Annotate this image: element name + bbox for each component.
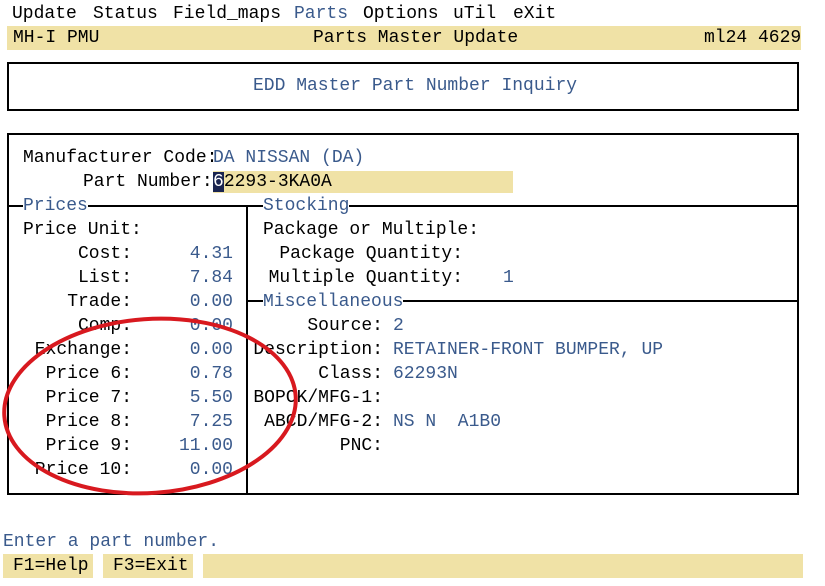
price-label: Price 9: — [45, 436, 132, 456]
screen-title: Parts Master Update — [313, 28, 519, 48]
description-label: Description: — [253, 340, 383, 360]
manufacturer-code-value: DA NISSAN (DA) — [213, 148, 365, 168]
menu-status[interactable]: Status — [93, 2, 158, 26]
part-number-value: 62293-3KA0A — [213, 170, 332, 194]
part-number-label: Part Number: — [83, 172, 213, 192]
price-value: 0.00 — [189, 460, 233, 480]
price-label: Price 6: — [45, 364, 132, 384]
prices-legend: Prices — [23, 196, 88, 216]
session-id: ml24 4629 — [704, 28, 802, 48]
menu-parts[interactable]: Parts — [294, 2, 348, 26]
class-label: Class: — [318, 364, 383, 384]
menu-update[interactable]: Update — [12, 2, 77, 26]
price-value: 7.25 — [189, 412, 233, 432]
price-label: Price 8: — [45, 412, 132, 432]
price-value: 7.84 — [189, 268, 233, 288]
menu-options[interactable]: Options — [363, 2, 439, 26]
fkey-bar-filler — [203, 554, 803, 578]
pnc-label: PNC: — [339, 436, 383, 456]
package-quantity-label: Package Quantity: — [279, 244, 463, 264]
price-label: Exchange: — [34, 340, 132, 360]
multiple-quantity-label: Multiple Quantity: — [268, 268, 463, 288]
class-value: 62293N — [393, 364, 458, 384]
description-value: RETAINER-FRONT BUMPER, UP — [393, 340, 664, 360]
abcd-label: ABCD/MFG-2: — [264, 412, 383, 432]
price-value: 0.00 — [189, 292, 233, 312]
f1-help-label: F1=Help — [13, 556, 89, 576]
source-label: Source: — [307, 316, 383, 336]
f3-exit-label: F3=Exit — [113, 556, 189, 576]
bopck-label: BOPCK/MFG-1: — [253, 388, 383, 408]
stocking-legend: Stocking — [263, 196, 350, 216]
page-title: EDD Master Part Number Inquiry — [253, 76, 578, 96]
price-value: 0.78 — [189, 364, 233, 384]
source-value: 2 — [393, 316, 404, 336]
multiple-quantity-value: 1 — [503, 268, 514, 288]
price-label: Trade: — [67, 292, 132, 312]
package-or-multiple-label: Package or Multiple: — [263, 220, 480, 240]
menu-exit[interactable]: eXit — [513, 2, 556, 26]
price-value: 0.00 — [189, 340, 233, 360]
price-value: 0.00 — [189, 316, 233, 336]
divider-vertical — [246, 205, 248, 493]
menu-field-maps[interactable]: Field_maps — [173, 2, 281, 26]
price-label: Price 7: — [45, 388, 132, 408]
price-unit-label: Price Unit: — [23, 220, 142, 240]
manufacturer-code-label: Manufacturer Code: — [23, 148, 218, 168]
price-label: Cost: — [77, 244, 132, 264]
status-message: Enter a part number. — [3, 532, 220, 552]
screen-id: MH-I PMU — [13, 28, 100, 48]
price-value: 4.31 — [189, 244, 233, 264]
abcd-value: NS N A1B0 — [393, 412, 502, 432]
part-number-rest: 2293-3KA0A — [223, 172, 332, 192]
menu-util[interactable]: uTil — [453, 2, 496, 26]
price-label: List: — [77, 268, 132, 288]
price-value: 11.00 — [178, 436, 233, 456]
price-value: 5.50 — [189, 388, 233, 408]
text-cursor: 6 — [213, 172, 224, 192]
misc-legend: Miscellaneous — [263, 292, 404, 312]
divider-top — [9, 205, 799, 207]
price-label: Comp: — [77, 316, 132, 336]
price-label: Price 10: — [34, 460, 132, 480]
